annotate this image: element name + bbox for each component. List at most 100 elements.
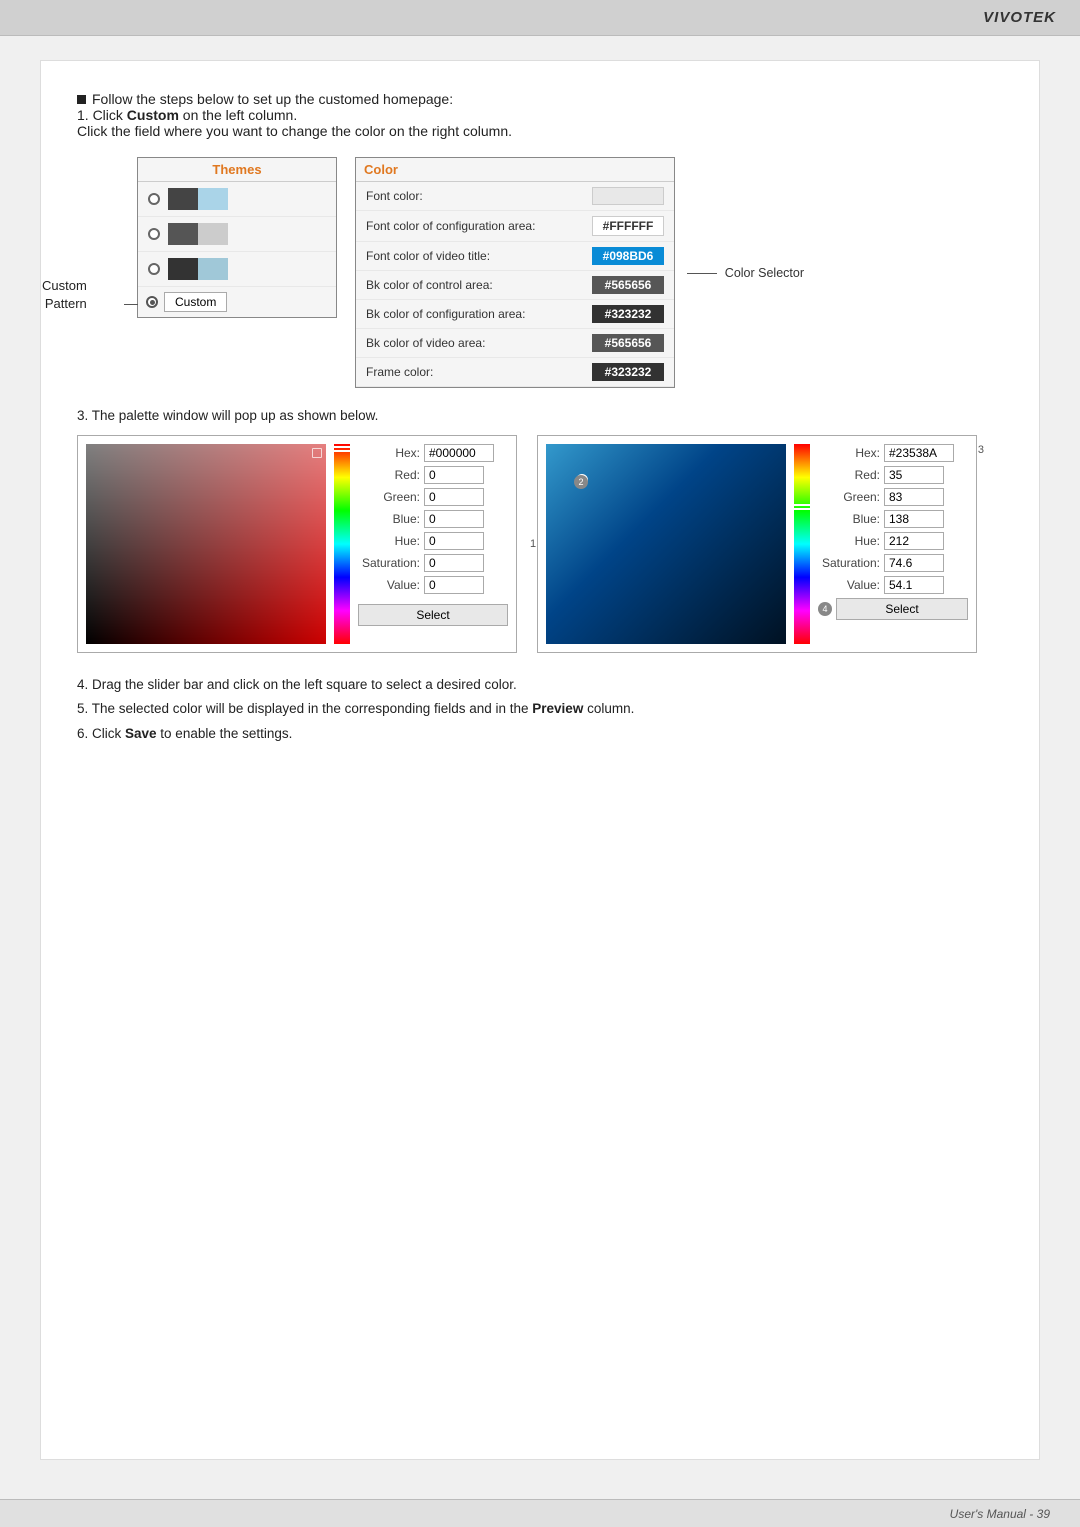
theme-swatch-2 (168, 223, 228, 245)
theme-radio-1[interactable] (148, 193, 160, 205)
gradient-black-red (86, 444, 326, 644)
red-input-right[interactable] (884, 466, 944, 484)
themes-title: Themes (138, 158, 336, 182)
theme-radio-2[interactable] (148, 228, 160, 240)
val-label-left: Value: (358, 578, 420, 592)
hex-label-right: Hex: (818, 446, 880, 460)
field-row-red-left: Red: (358, 466, 508, 484)
field-row-red-right: Red: (818, 466, 968, 484)
step5-bold: Preview (532, 701, 583, 716)
color-panel: Color Font color: Font color of configur… (355, 157, 675, 388)
green-input-left[interactable] (424, 488, 484, 506)
color-value-bk-config: #323232 (592, 305, 664, 323)
footer-text: User's Manual - 39 (950, 1507, 1050, 1521)
color-row-font: Font color: (356, 182, 674, 211)
sat-input-right[interactable] (884, 554, 944, 572)
theme-radio-3[interactable] (148, 263, 160, 275)
color-panel-title: Color (356, 158, 674, 182)
custom-pattern-arrow (124, 304, 138, 305)
step4-text: 4. Drag the slider bar and click on the … (77, 673, 1003, 697)
gradient-box-right[interactable]: 2 (546, 444, 786, 644)
brand-logo: VIVOTEK (983, 9, 1056, 26)
color-value-font (592, 187, 664, 205)
content-area: Follow the steps below to set up the cus… (40, 60, 1040, 1460)
color-row-frame[interactable]: Frame color: #323232 (356, 358, 674, 387)
badge-3-container: 3 (978, 444, 984, 456)
step3-text: 3. The palette window will pop up as sho… (77, 408, 1003, 423)
color-label-bk-video: Bk color of video area: (366, 336, 485, 350)
header-bar: VIVOTEK (0, 0, 1080, 36)
gradient-cursor (312, 448, 322, 458)
color-label-font-config: Font color of configuration area: (366, 219, 535, 233)
step-diagram: Themes (137, 157, 1003, 388)
footer-bar: User's Manual - 39 (0, 1499, 1080, 1527)
blue-label-left: Blue: (358, 512, 420, 526)
bullet-instruction: Follow the steps below to set up the cus… (77, 91, 1003, 107)
theme-row-3 (138, 252, 336, 287)
color-row-bk-config[interactable]: Bk color of configuration area: #323232 (356, 300, 674, 329)
gradient-box-left[interactable] (86, 444, 326, 644)
field-row-sat-left: Saturation: (358, 554, 508, 572)
custom-button[interactable]: Custom (164, 292, 227, 312)
theme-swatch-1 (168, 188, 228, 210)
val-input-left[interactable] (424, 576, 484, 594)
step1-rest: on the left column. (179, 107, 297, 123)
color-label-font: Font color: (366, 189, 423, 203)
color-value-font-video: #098BD6 (592, 247, 664, 265)
step6-text: 6. Click Save to enable the settings. (77, 722, 1003, 746)
green-input-right[interactable] (884, 488, 944, 506)
color-label-bk-config: Bk color of configuration area: (366, 307, 525, 321)
color-row-bk-video[interactable]: Bk color of video area: #565656 (356, 329, 674, 358)
blue-input-right[interactable] (884, 510, 944, 528)
field-row-green-right: Green: (818, 488, 968, 506)
field-row-blue-left: Blue: (358, 510, 508, 528)
sat-input-left[interactable] (424, 554, 484, 572)
palette-window-left: Hex: Red: Green: Blue: Hue: (77, 435, 517, 653)
bullet-icon (77, 95, 86, 104)
custom-row: Custom (138, 287, 336, 317)
val-input-right[interactable] (884, 576, 944, 594)
select-button-right[interactable]: Select (836, 598, 968, 620)
badge-2: 2 (574, 475, 588, 489)
custom-pattern-label: CustomPattern (42, 277, 87, 313)
themes-panel: Themes (137, 157, 337, 318)
red-label-left: Red: (358, 468, 420, 482)
color-row-bk-control[interactable]: Bk color of control area: #565656 (356, 271, 674, 300)
spectrum-bar-right[interactable] (794, 444, 810, 644)
blue-input-left[interactable] (424, 510, 484, 528)
green-label-right: Green: (818, 490, 880, 504)
color-value-frame: #323232 (592, 363, 664, 381)
palette-fields-left: Hex: Red: Green: Blue: Hue: (358, 444, 508, 644)
instructions-section: Follow the steps below to set up the cus… (77, 91, 1003, 139)
bullet-text: Follow the steps below to set up the cus… (92, 91, 453, 107)
color-label-bk-control: Bk color of control area: (366, 278, 493, 292)
spectrum-cursor-right (791, 504, 813, 510)
hue-input-left[interactable] (424, 532, 484, 550)
field-row-val-left: Value: (358, 576, 508, 594)
color-row-font-video[interactable]: Font color of video title: #098BD6 (356, 242, 674, 271)
blue-label-right: Blue: (818, 512, 880, 526)
step6-bold: Save (125, 726, 157, 741)
step1-bold: Custom (127, 107, 179, 123)
field-row-sat-right: Saturation: (818, 554, 968, 572)
select-button-left[interactable]: Select (358, 604, 508, 626)
palette-container: Hex: Red: Green: Blue: Hue: (77, 435, 1003, 653)
select-row-right: 4 Select (818, 598, 968, 620)
hue-input-right[interactable] (884, 532, 944, 550)
color-row-font-config[interactable]: Font color of configuration area: #FFFFF… (356, 211, 674, 242)
red-input-left[interactable] (424, 466, 484, 484)
field-row-val-right: Value: (818, 576, 968, 594)
field-row-blue-right: Blue: (818, 510, 968, 528)
custom-radio[interactable] (146, 296, 158, 308)
spectrum-cursor-left (331, 446, 353, 452)
color-value-bk-control: #565656 (592, 276, 664, 294)
hex-input-left[interactable] (424, 444, 494, 462)
color-value-bk-video: #565656 (592, 334, 664, 352)
red-label-right: Red: (818, 468, 880, 482)
step1-text: 1. Click Custom on the left column. (77, 107, 1003, 123)
field-row-hue-left: Hue: (358, 532, 508, 550)
color-label-frame: Frame color: (366, 365, 433, 379)
hex-label-left: Hex: (358, 446, 420, 460)
hex-input-right[interactable] (884, 444, 954, 462)
spectrum-bar-left[interactable] (334, 444, 350, 644)
